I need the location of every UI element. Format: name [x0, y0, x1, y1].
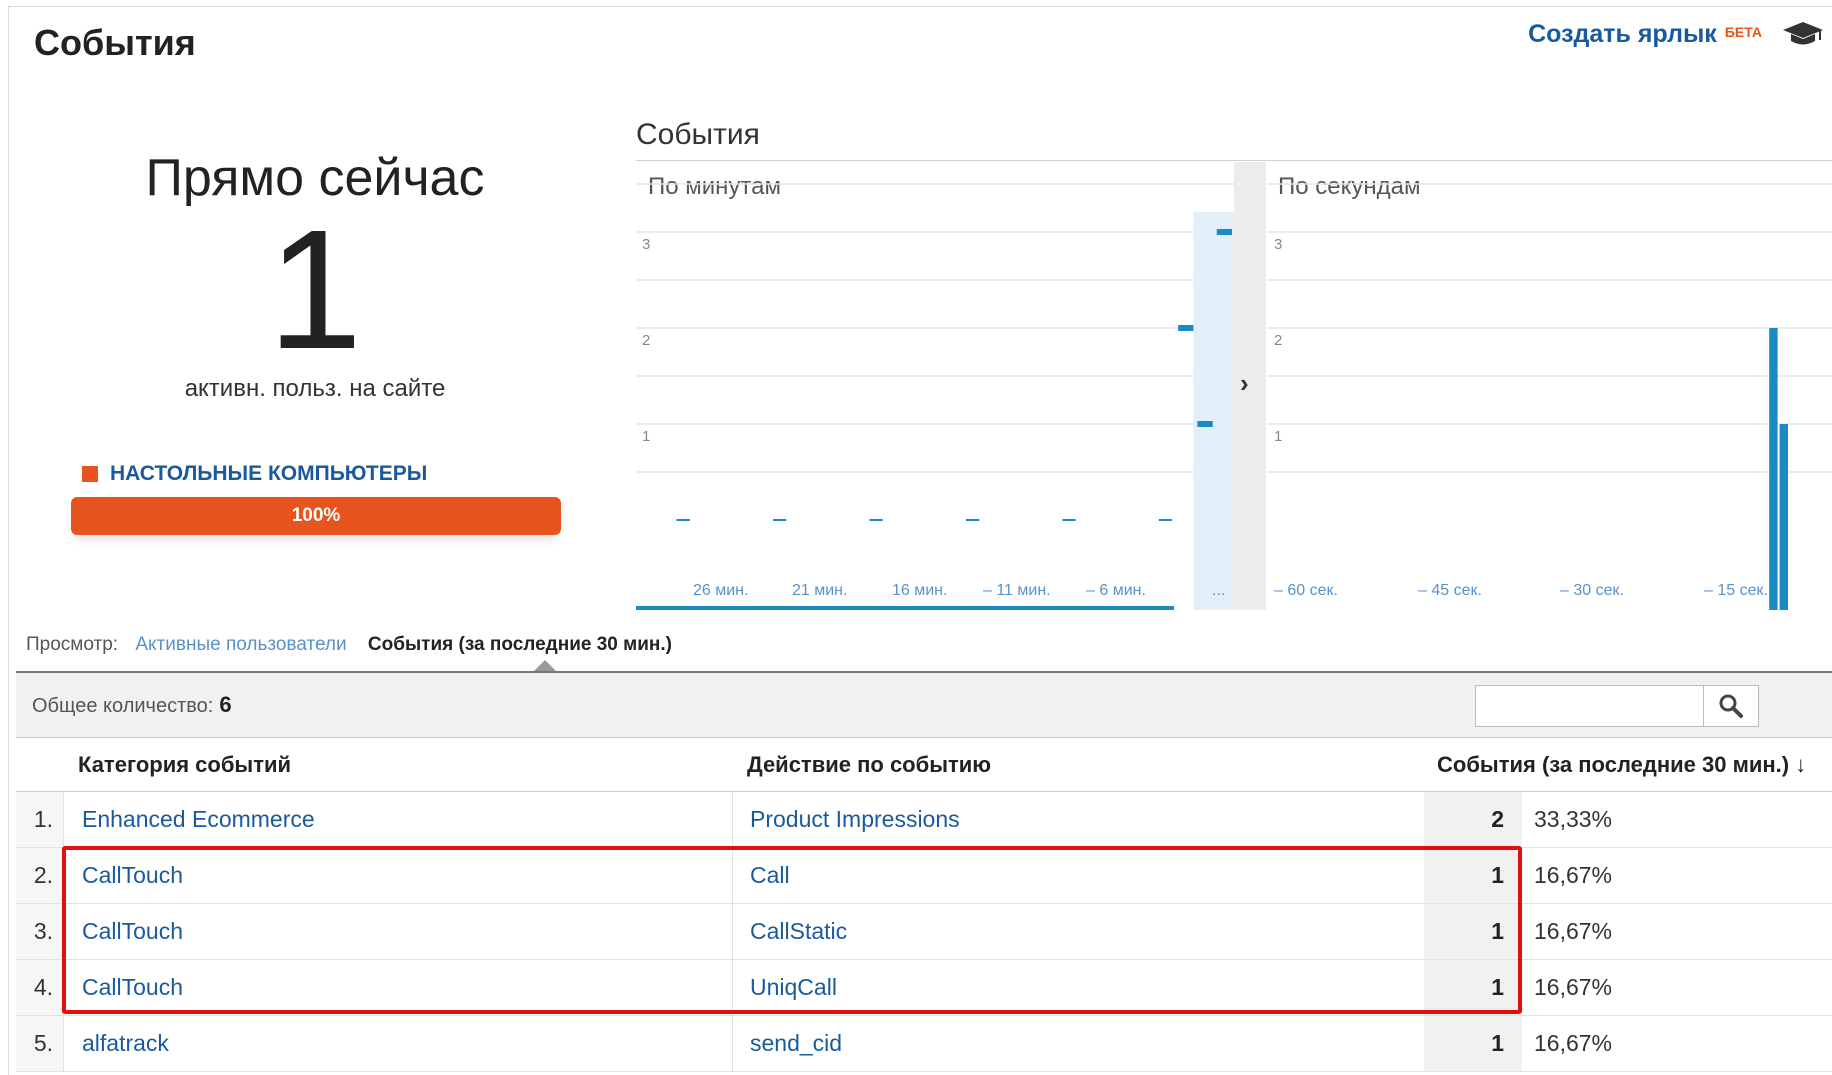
view-option-active-users[interactable]: Активные пользователи — [135, 634, 346, 655]
y-tick-label: 3 — [642, 236, 650, 253]
highlight-box — [62, 846, 1522, 1014]
view-label: Просмотр: — [26, 634, 119, 655]
x-tick-label: ... — [1212, 582, 1225, 599]
total-count: Общее количество: 6 — [32, 692, 232, 718]
row-events-percent: 16,67% — [1534, 1030, 1613, 1056]
y-tick-label: 2 — [642, 332, 650, 349]
per-minute-chart: По минутам 1 2 3 26 мин. 21 мин. 16 мин. – 11 м… — [636, 173, 1234, 610]
charts-divider — [636, 160, 1832, 161]
row-cell-divider — [732, 1016, 733, 1071]
row-events-percent: 16,67% — [1534, 862, 1613, 888]
row-number: 5. — [16, 1016, 64, 1071]
view-option-events[interactable]: События (за последние 30 мин.) — [368, 634, 672, 655]
x-tick-label: 16 мин. — [892, 582, 947, 599]
zero-mark — [1062, 519, 1076, 521]
table-header: Категория событий Действие по событию Со… — [16, 738, 1832, 792]
y-tick-label: 2 — [1274, 332, 1282, 349]
total-label: Общее количество: — [32, 695, 214, 717]
device-label: НАСТОЛЬНЫЕ КОМПЬЮТЕРЫ — [110, 462, 428, 485]
row-events-percent: 16,67% — [1534, 918, 1613, 944]
page-title: События — [34, 22, 196, 63]
active-users-label: активн. польз. на сайте — [184, 375, 446, 402]
search-icon — [1719, 694, 1743, 718]
device-legend: НАСТОЛЬНЫЕ КОМПЬЮТЕРЫ — [82, 462, 427, 486]
table-total-bar: Общее количество: 6 — [16, 671, 1832, 738]
x-tick-label: – 60 сек. — [1274, 582, 1338, 599]
row-events-percent: 33,33% — [1534, 806, 1613, 832]
bar-mark — [1769, 328, 1778, 610]
per-second-chart: По секундам 1 2 3 – 60 сек. – 45 сек. – 30 сек… — [1266, 173, 1832, 610]
col-header-events[interactable]: События (за последние 30 мин.) ↓ — [1437, 752, 1806, 778]
search-button[interactable] — [1703, 686, 1758, 726]
table-row: 5. alfatrack send_cid 1 16,67% — [16, 1016, 1832, 1072]
recent-highlight — [1193, 212, 1234, 610]
charts-title: События — [636, 118, 760, 151]
x-tick-label: 26 мин. — [693, 582, 748, 599]
row-events-value: 1 — [1424, 1016, 1522, 1071]
x-tick-label: 21 мин. — [792, 582, 847, 599]
row-cell-divider — [732, 792, 733, 847]
device-color-swatch — [82, 466, 98, 482]
bar-mark — [1779, 424, 1788, 610]
row-events-value: 2 — [1424, 792, 1522, 847]
graduation-cap-icon[interactable] — [1782, 20, 1824, 48]
y-tick-label: 1 — [1274, 428, 1282, 445]
device-percent: 100% — [291, 505, 341, 526]
zero-mark — [1158, 519, 1173, 521]
view-pointer — [534, 660, 556, 671]
x-axis-bar — [636, 606, 1174, 610]
table-row: 1. Enhanced Ecommerce Product Impressions 2… — [16, 792, 1832, 848]
create-shortcut-label: Создать ярлык — [1528, 20, 1717, 48]
create-shortcut-link[interactable]: Создать ярлык БЕТА — [1528, 20, 1762, 49]
row-number: 3. — [16, 904, 64, 959]
y-tick-label: 1 — [642, 428, 650, 445]
total-value: 6 — [219, 692, 232, 717]
col-header-category[interactable]: Категория событий — [78, 752, 291, 778]
x-tick-label: – 45 сек. — [1418, 582, 1482, 599]
y-tick-label: 3 — [1274, 236, 1282, 253]
zero-mark — [965, 519, 980, 521]
chevron-right-icon[interactable]: › — [1240, 368, 1249, 399]
beta-badge: БЕТА — [1724, 24, 1762, 40]
bar-mark — [1178, 325, 1194, 331]
row-number: 1. — [16, 792, 64, 847]
x-tick-label: – 15 сек. — [1704, 582, 1768, 599]
row-category-link[interactable]: alfatrack — [82, 1016, 169, 1071]
row-number: 2. — [16, 848, 64, 903]
search-input[interactable] — [1475, 685, 1759, 727]
row-events-percent: 16,67% — [1534, 974, 1613, 1000]
view-switcher: Просмотр: Активные пользователи События … — [26, 634, 672, 656]
bar-mark — [1197, 421, 1213, 427]
x-tick-label: – 11 мин. — [983, 582, 1051, 599]
row-category-link[interactable]: Enhanced Ecommerce — [82, 792, 315, 847]
bar-mark — [1216, 229, 1232, 235]
zero-mark — [869, 519, 883, 521]
zero-mark — [676, 519, 690, 521]
row-action-link[interactable]: Product Impressions — [750, 792, 960, 847]
zero-mark — [773, 519, 787, 521]
chart-separator — [1234, 162, 1266, 610]
col-header-action[interactable]: Действие по событию — [747, 752, 991, 778]
device-share-bar: 100% — [71, 497, 561, 535]
chart-title: По секундам — [1278, 173, 1421, 200]
x-tick-label: – 6 мин. — [1086, 582, 1146, 599]
active-users-count: 1 — [267, 195, 363, 385]
row-action-link[interactable]: send_cid — [750, 1016, 842, 1071]
sort-arrow-icon: ↓ — [1795, 752, 1807, 777]
row-number: 4. — [16, 960, 64, 1015]
col-header-events-label: События (за последние 30 мин.) — [1437, 752, 1790, 777]
device-share-fill: 100% — [71, 497, 561, 535]
chart-title: По минутам — [648, 173, 781, 200]
x-tick-label: – 30 сек. — [1560, 582, 1624, 599]
